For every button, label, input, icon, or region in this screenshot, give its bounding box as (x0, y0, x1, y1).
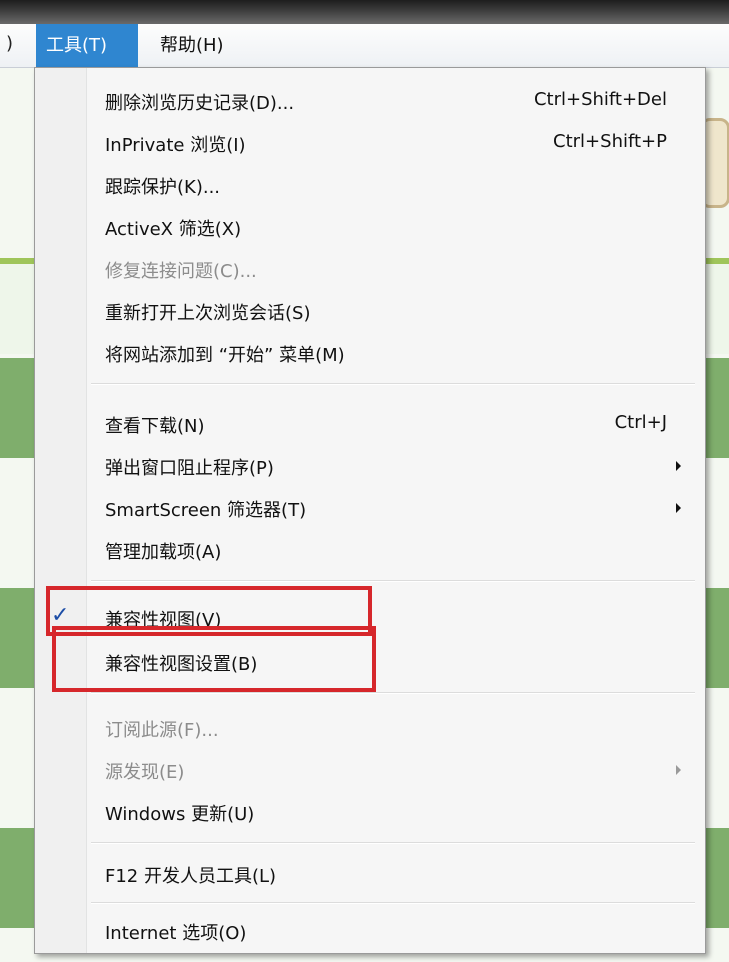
menu-item-label: SmartScreen 筛选器(T) (105, 500, 307, 521)
menu-item-label: Windows 更新(U) (105, 804, 255, 825)
menu-item-tracking-protection[interactable]: 跟踪保护(K)... (35, 165, 705, 205)
menu-item-subscribe-feed: 订阅此源(F)... (35, 708, 705, 748)
menu-item-developer-tools[interactable]: F12 开发人员工具(L) (35, 854, 705, 894)
menu-separator (91, 692, 695, 694)
menu-item-inprivate[interactable]: InPrivate 浏览(I) Ctrl+Shift+P (35, 123, 705, 163)
menu-item-label: Internet 选项(O) (105, 923, 247, 944)
menu-item-view-downloads[interactable]: 查看下载(N) Ctrl+J (35, 404, 705, 444)
menu-item-reopen-session[interactable]: 重新打开上次浏览会话(S) (35, 291, 705, 331)
menu-item-label: 查看下载(N) (105, 416, 205, 437)
menu-tools[interactable]: 工具(T) (36, 24, 138, 68)
menu-item-add-to-start[interactable]: 将网站添加到 “开始” 菜单(M) (35, 333, 705, 373)
menu-item-feed-discovery: 源发现(E) (35, 750, 705, 790)
menu-item-label: 修复连接问题(C)... (105, 261, 257, 282)
menu-item-delete-history[interactable]: 删除浏览历史记录(D)... Ctrl+Shift+Del (35, 81, 705, 121)
submenu-arrow-icon (676, 765, 681, 775)
menu-item-internet-options[interactable]: Internet 选项(O) (35, 911, 705, 951)
menu-item-smartscreen[interactable]: SmartScreen 筛选器(T) (35, 488, 705, 528)
menu-item-popup-blocker[interactable]: 弹出窗口阻止程序(P) (35, 446, 705, 486)
menu-bar: ) 工具(T) 帮助(H) (0, 24, 729, 68)
menu-help[interactable]: 帮助(H) (150, 24, 260, 68)
menu-item-windows-update[interactable]: Windows 更新(U) (35, 792, 705, 832)
menu-separator (91, 383, 695, 385)
menu-item-label: F12 开发人员工具(L) (105, 866, 277, 887)
menu-item-manage-addons[interactable]: 管理加载项(A) (35, 530, 705, 570)
menu-item-label: 删除浏览历史记录(D)... (105, 93, 295, 114)
menu-item-label: 源发现(E) (105, 762, 185, 783)
menu-item-label: ActiveX 筛选(X) (105, 219, 242, 240)
menu-fragment: ) (6, 33, 14, 54)
submenu-arrow-icon (676, 503, 681, 513)
menu-item-activex-filtering[interactable]: ActiveX 筛选(X) (35, 207, 705, 247)
menu-item-label: 弹出窗口阻止程序(P) (105, 458, 274, 479)
menu-separator (91, 902, 695, 904)
tools-dropdown-menu: 删除浏览历史记录(D)... Ctrl+Shift+Del InPrivate … (34, 67, 706, 954)
menu-item-label: 管理加载项(A) (105, 542, 222, 563)
highlight-box-compatibility-settings (52, 626, 376, 692)
menu-separator (91, 580, 695, 582)
menu-item-shortcut: Ctrl+Shift+Del (533, 89, 667, 110)
submenu-arrow-icon (676, 461, 681, 471)
menu-item-shortcut: Ctrl+Shift+P (553, 131, 667, 152)
menu-item-fix-connection: 修复连接问题(C)... (35, 249, 705, 289)
menu-item-label: 将网站添加到 “开始” 菜单(M) (105, 345, 345, 366)
menu-item-label: 跟踪保护(K)... (105, 177, 221, 198)
menu-item-shortcut: Ctrl+J (614, 412, 667, 433)
menu-item-label: 重新打开上次浏览会话(S) (105, 303, 311, 324)
menu-item-label: 订阅此源(F)... (105, 720, 219, 741)
window-titlebar (0, 0, 729, 24)
menu-separator (91, 842, 695, 844)
menu-item-label: InPrivate 浏览(I) (105, 135, 246, 156)
